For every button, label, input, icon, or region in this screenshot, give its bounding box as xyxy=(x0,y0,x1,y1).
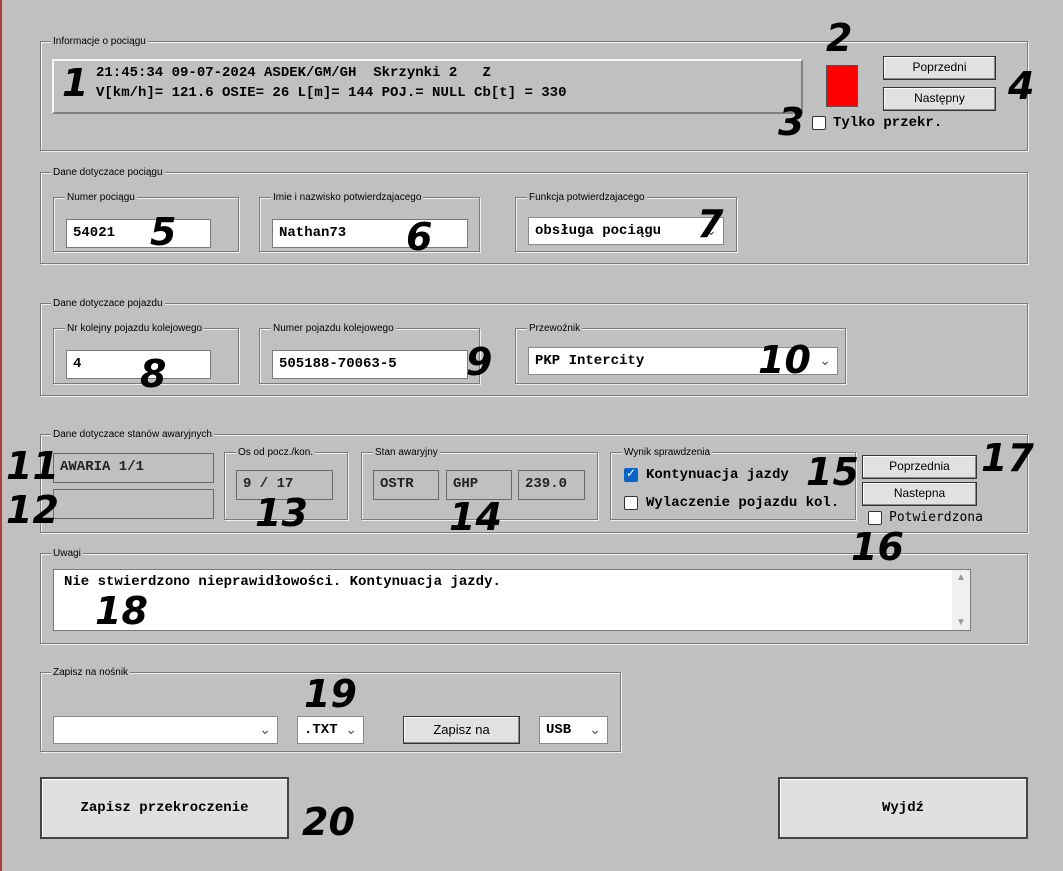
continue-label: Kontynuacja jazdy xyxy=(646,467,789,483)
train-info-line-2: V[km/h]= 121.6 OSIE= 26 L[m]= 144 POJ.= … xyxy=(96,85,567,101)
chevron-down-icon: ⌄ xyxy=(259,722,271,738)
continue-checkbox[interactable] xyxy=(624,466,638,482)
train-data-legend: Dane dotyczace pociągu xyxy=(51,167,165,179)
marker-13: 13 xyxy=(255,491,308,535)
vehicle-number-input[interactable]: 505188-70063-5 xyxy=(272,350,468,379)
marker-15: 15 xyxy=(806,450,859,494)
alarm-field: AWARIA 1/1 xyxy=(53,453,214,483)
marker-16: 16 xyxy=(851,525,904,569)
carrier-legend: Przewoźnik xyxy=(527,323,583,335)
marker-4: 4 xyxy=(1008,64,1035,108)
vehicle-number-legend: Numer pojazdu kolejowego xyxy=(271,323,396,335)
confirmer-name-input[interactable]: Nathan73 xyxy=(272,219,468,248)
scroll-up-icon[interactable]: ▲ xyxy=(956,572,966,583)
vehicle-seq-input[interactable]: 4 xyxy=(66,350,211,379)
confirmer-function-legend: Funkcja potwierdzajacego xyxy=(527,192,647,204)
confirmer-name-legend: Imie i nazwisko potwierdzajacego xyxy=(271,192,424,204)
save-media-legend: Zapisz na nośnik xyxy=(51,667,131,679)
marker-7: 7 xyxy=(697,202,724,246)
scroll-down-icon[interactable]: ▼ xyxy=(956,617,966,628)
marker-5: 5 xyxy=(150,210,177,254)
marker-19: 19 xyxy=(304,672,357,716)
train-number-input[interactable]: 54021 xyxy=(66,219,211,248)
previous-emergency-button[interactable]: Poprzednia xyxy=(862,455,977,479)
status-indicator xyxy=(826,65,858,107)
state-field-c: 239.0 xyxy=(518,470,585,500)
marker-3: 3 xyxy=(778,100,805,144)
alarm-field-secondary xyxy=(53,489,214,519)
marker-10: 10 xyxy=(758,338,811,382)
notes-textarea[interactable]: Nie stwierdzono nieprawidłowości. Kontyn… xyxy=(53,569,971,631)
confirmer-function-value: obsługa pociągu xyxy=(535,223,662,239)
save-to-button[interactable]: Zapisz na xyxy=(403,716,520,744)
exit-button[interactable]: Wyjdź xyxy=(778,777,1028,839)
carrier-value: PKP Intercity xyxy=(535,353,645,369)
save-path-select[interactable]: ⌄ xyxy=(53,716,278,744)
vehicle-seq-legend: Nr kolejny pojazdu kolejowego xyxy=(65,323,205,335)
disable-vehicle-label: Wylaczenie pojazdu kol. xyxy=(646,495,840,511)
only-exceed-label: Tylko przekr. xyxy=(833,115,943,131)
marker-6: 6 xyxy=(406,215,433,259)
notes-legend: Uwagi xyxy=(51,548,83,560)
marker-2: 2 xyxy=(826,16,853,60)
train-info-line-1: 21:45:34 09-07-2024 ASDEK/GM/GH Skrzynki… xyxy=(96,65,491,81)
state-field-a: OSTR xyxy=(373,470,439,500)
save-target-value: USB xyxy=(546,722,572,738)
disable-vehicle-checkbox[interactable] xyxy=(624,496,638,510)
window-edge xyxy=(0,0,2,871)
marker-17: 17 xyxy=(981,436,1034,480)
next-emergency-button[interactable]: Nastepna xyxy=(862,482,977,506)
save-exceed-button[interactable]: Zapisz przekroczenie xyxy=(40,777,289,839)
save-target-select[interactable]: USB ⌄ xyxy=(539,716,608,744)
emergency-state-legend: Stan awaryjny xyxy=(373,447,440,459)
vehicle-data-legend: Dane dotyczace pojazdu xyxy=(51,298,165,310)
check-result-legend: Wynik sprawdzenia xyxy=(622,447,713,459)
emergency-legend: Dane dotyczace stanów awaryjnych xyxy=(51,429,214,441)
previous-train-button[interactable]: Poprzedni xyxy=(883,56,996,80)
marker-11: 11 xyxy=(6,444,59,488)
chevron-down-icon: ⌄ xyxy=(589,722,601,738)
next-train-button[interactable]: Następny xyxy=(883,87,996,111)
confirmed-label: Potwierdzona xyxy=(889,510,983,525)
file-format-select[interactable]: .TXT ⌄ xyxy=(297,716,364,744)
marker-9: 9 xyxy=(466,340,493,384)
marker-18: 18 xyxy=(95,589,148,633)
notes-scrollbar[interactable]: ▲ ▼ xyxy=(952,570,970,630)
marker-12: 12 xyxy=(6,488,59,532)
chevron-down-icon: ⌄ xyxy=(819,353,831,369)
marker-1: 1 xyxy=(62,61,89,105)
only-exceed-checkbox[interactable] xyxy=(812,116,826,130)
train-info-legend: Informacje o pociągu xyxy=(51,36,148,48)
axis-legend: Os od pocz./kon. xyxy=(236,447,316,459)
marker-8: 8 xyxy=(140,352,167,396)
marker-14: 14 xyxy=(449,495,502,539)
train-number-legend: Numer pociągu xyxy=(65,192,137,204)
file-format-value: .TXT xyxy=(304,722,338,738)
chevron-down-icon: ⌄ xyxy=(345,722,357,738)
marker-20: 20 xyxy=(302,800,355,844)
confirmer-function-select[interactable]: obsługa pociągu ⌄ xyxy=(528,217,724,245)
confirmed-checkbox[interactable] xyxy=(868,511,882,525)
